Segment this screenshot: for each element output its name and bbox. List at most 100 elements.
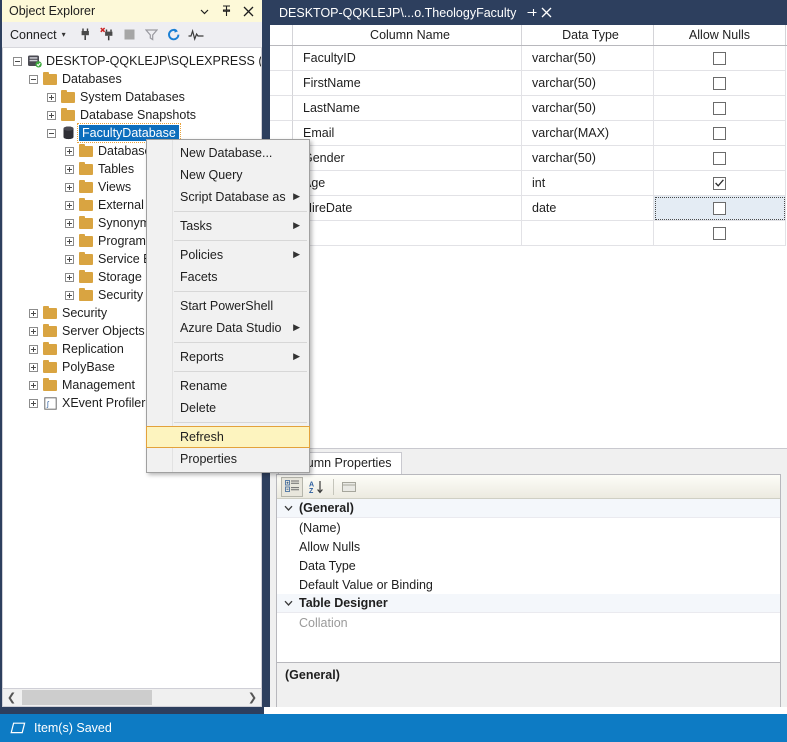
expand-icon[interactable] [61,142,77,160]
data-type-cell[interactable]: int [522,171,654,196]
chevron-down-icon[interactable] [277,505,299,512]
menu-item[interactable]: Facets [147,266,309,288]
expand-icon[interactable] [25,322,41,340]
menu-item[interactable]: Tasks ▶ [147,215,309,237]
grid-row[interactable]: FirstName varchar(50) [270,71,787,96]
tree-node[interactable]: DESKTOP-QQKLEJP\SQLEXPRESS (SQL S [3,52,261,70]
menu-item[interactable]: New Query [147,164,309,186]
column-name-cell[interactable]: FacultyID [293,46,522,71]
row-selector-cell[interactable] [270,46,293,71]
collapse-icon[interactable] [43,124,59,142]
menu-item[interactable]: New Database... [147,142,309,164]
hscroll-track[interactable] [20,689,244,706]
expand-icon[interactable] [61,286,77,304]
chevron-down-icon[interactable] [198,5,211,18]
menu-item[interactable]: Properties [147,448,309,470]
menu-item[interactable]: Start PowerShell [147,295,309,317]
column-name-cell[interactable]: Age [293,171,522,196]
close-icon[interactable] [242,5,255,18]
property-row[interactable]: Default Value or Binding [277,575,780,594]
allow-nulls-checkbox[interactable] [713,176,726,190]
expand-icon[interactable] [61,268,77,286]
categorized-icon[interactable] [281,476,303,497]
object-explorer-hscrollbar[interactable]: ❮ ❯ [2,688,262,707]
menu-item[interactable]: Script Database as ▶ [147,186,309,208]
tree-node[interactable]: System Databases [3,88,261,106]
expand-icon[interactable] [61,160,77,178]
grid-row[interactable]: Age int [270,171,787,196]
allow-nulls-checkbox[interactable] [713,76,726,90]
scroll-right-icon[interactable]: ❯ [244,689,261,706]
column-name-cell[interactable] [293,221,522,246]
grid-header-cell[interactable]: Data Type [522,25,654,45]
disconnect-icon[interactable] [98,25,118,45]
collapse-icon[interactable] [25,70,41,88]
menu-item[interactable]: Azure Data Studio ▶ [147,317,309,339]
refresh-icon[interactable] [164,25,184,45]
chevron-down-icon[interactable] [277,600,299,607]
expand-icon[interactable] [61,178,77,196]
expand-icon[interactable] [61,250,77,268]
allow-nulls-checkbox[interactable] [713,201,726,215]
allow-nulls-cell[interactable] [654,196,786,221]
menu-item[interactable]: Delete [147,397,309,419]
allow-nulls-checkbox[interactable] [713,101,726,115]
allow-nulls-cell[interactable] [654,96,786,121]
allow-nulls-checkbox[interactable] [713,151,726,165]
property-list[interactable]: (General) (Name) Allow Nulls Data Type Defau… [277,499,780,632]
property-pages-icon[interactable] [338,477,360,497]
column-name-cell[interactable]: HireDate [293,196,522,221]
property-row[interactable]: Allow Nulls [277,537,780,556]
property-group-row[interactable]: Table Designer [277,594,780,613]
grid-header-cell[interactable]: Allow Nulls [654,25,786,45]
column-name-cell[interactable]: Email [293,121,522,146]
alphabetic-sort-icon[interactable]: A Z [305,477,327,497]
grid-row[interactable]: FacultyID varchar(50) [270,46,787,71]
data-type-cell[interactable] [522,221,654,246]
column-name-cell[interactable]: FirstName [293,71,522,96]
data-type-cell[interactable]: varchar(MAX) [522,121,654,146]
property-row[interactable]: (Name) [277,518,780,537]
menu-item[interactable]: Reports ▶ [147,346,309,368]
scroll-left-icon[interactable]: ❮ [3,689,20,706]
row-selector-cell[interactable] [270,96,293,121]
row-selector-cell[interactable] [270,71,293,96]
allow-nulls-checkbox[interactable] [713,51,726,65]
data-type-cell[interactable]: varchar(50) [522,146,654,171]
hscroll-thumb[interactable] [22,690,152,705]
data-type-cell[interactable]: varchar(50) [522,71,654,96]
tab-theology-faculty[interactable]: DESKTOP-QQKLEJP\...o.TheologyFaculty [270,0,563,25]
column-name-cell[interactable]: LastName [293,96,522,121]
column-name-cell[interactable]: Gender [293,146,522,171]
expand-icon[interactable] [43,106,59,124]
grid-row[interactable]: Email varchar(MAX) [270,121,787,146]
allow-nulls-cell[interactable] [654,46,786,71]
allow-nulls-cell[interactable] [654,146,786,171]
menu-item[interactable]: Policies ▶ [147,244,309,266]
expand-icon[interactable] [25,304,41,322]
allow-nulls-cell[interactable] [654,171,786,196]
connect-icon[interactable] [76,25,96,45]
grid-row[interactable]: LastName varchar(50) [270,96,787,121]
grid-header-cell[interactable]: Column Name [293,25,522,45]
expand-icon[interactable] [25,340,41,358]
database-context-menu[interactable]: New Database... New Query Script Database … [146,139,310,473]
collapse-icon[interactable] [9,52,25,70]
grid-row[interactable] [270,221,787,246]
expand-icon[interactable] [25,376,41,394]
grid-header-cell[interactable] [270,25,293,45]
allow-nulls-cell[interactable] [654,71,786,96]
data-type-cell[interactable]: varchar(50) [522,46,654,71]
pin-icon[interactable] [220,5,233,18]
grid-row[interactable]: Gender varchar(50) [270,146,787,171]
data-type-cell[interactable]: date [522,196,654,221]
filter-icon[interactable] [142,25,162,45]
allow-nulls-cell[interactable] [654,121,786,146]
pin-icon[interactable] [524,5,539,21]
allow-nulls-checkbox[interactable] [713,126,726,140]
menu-item[interactable]: Rename [147,375,309,397]
activity-monitor-icon[interactable] [186,25,206,45]
expand-icon[interactable] [25,358,41,376]
property-group-row[interactable]: (General) [277,499,780,518]
allow-nulls-checkbox[interactable] [713,226,726,240]
